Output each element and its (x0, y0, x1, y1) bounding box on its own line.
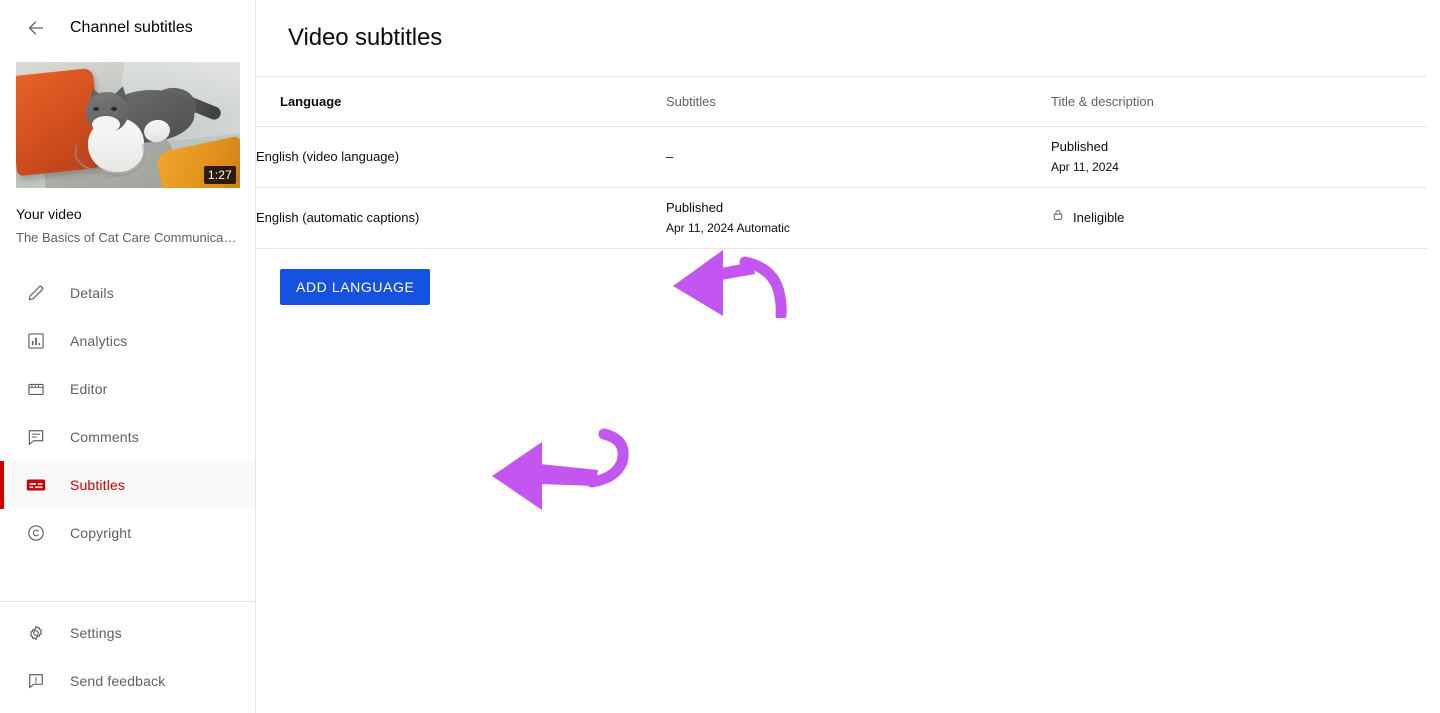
table-body: English (video language) – Published Apr… (256, 126, 1427, 248)
ineligible-label: Ineligible (1073, 208, 1124, 228)
sidebar-item-details[interactable]: Details (0, 269, 255, 317)
status-badge-ineligible: Ineligible (1051, 208, 1124, 228)
video-thumbnail[interactable]: 1:27 (16, 62, 240, 188)
add-language-button[interactable]: ADD LANGUAGE (280, 269, 430, 305)
sidebar-header-title: Channel subtitles (70, 19, 193, 37)
sidebar-item-label: Details (70, 285, 114, 301)
table-header-row: Language Subtitles Title & description (256, 77, 1427, 126)
pencil-icon (24, 281, 48, 305)
gear-icon (24, 621, 48, 645)
table-row[interactable]: English (automatic captions) Published A… (256, 187, 1427, 248)
column-header-subtitles: Subtitles (666, 77, 1051, 126)
sidebar-item-settings[interactable]: Settings (0, 609, 255, 657)
subtitles-status: – (666, 147, 1051, 167)
cell-title-description: Ineligible (1051, 187, 1427, 248)
bar-chart-icon (24, 329, 48, 353)
video-duration-badge: 1:27 (204, 166, 236, 184)
sidebar-item-label: Subtitles (70, 477, 125, 493)
subtitles-status: Published (666, 198, 1051, 218)
clapperboard-icon (24, 377, 48, 401)
back-arrow-icon[interactable] (24, 16, 48, 40)
comment-icon (24, 425, 48, 449)
sidebar-item-label: Send feedback (70, 673, 165, 689)
column-header-language: Language (256, 77, 666, 126)
sidebar-item-subtitles[interactable]: Subtitles (0, 461, 255, 509)
subtitles-table: Language Subtitles Title & description E… (256, 77, 1427, 249)
cell-subtitles: – (666, 126, 1051, 187)
sidebar-item-label: Comments (70, 429, 139, 445)
arrow-to-subtitles-nav-item (486, 424, 646, 521)
column-header-title-description: Title & description (1051, 77, 1427, 126)
video-title: The Basics of Cat Care Communicat… (16, 229, 239, 247)
actions-bar: ADD LANGUAGE (256, 249, 1440, 305)
sidebar-item-copyright[interactable]: Copyright (0, 509, 255, 557)
main-content: Video subtitles Language Subtitles Title… (256, 0, 1440, 713)
sidebar-item-comments[interactable]: Comments (0, 413, 255, 461)
sidebar-bottom-nav: Settings Send feedback (0, 609, 255, 705)
sidebar-item-label: Copyright (70, 525, 131, 541)
sidebar-item-label: Analytics (70, 333, 127, 349)
sidebar-header: Channel subtitles (0, 0, 255, 56)
feedback-icon (24, 669, 48, 693)
sidebar-nav: Details Analytics (0, 269, 255, 557)
sidebar-divider (0, 601, 255, 602)
sidebar-item-send-feedback[interactable]: Send feedback (0, 657, 255, 705)
video-label: Your video (16, 204, 239, 224)
page-title: Video subtitles (288, 24, 442, 52)
video-meta: Your video The Basics of Cat Care Commun… (16, 188, 239, 247)
cell-subtitles: Published Apr 11, 2024 Automatic (666, 187, 1051, 248)
copyright-icon (24, 521, 48, 545)
table-header: Language Subtitles Title & description (256, 77, 1427, 126)
title-status: Published (1051, 137, 1427, 157)
lock-icon (1051, 208, 1065, 228)
sidebar-item-label: Settings (70, 625, 122, 641)
cell-title-description: Published Apr 11, 2024 (1051, 126, 1427, 187)
sidebar-item-label: Editor (70, 381, 107, 397)
video-card: 1:27 Your video The Basics of Cat Care C… (0, 56, 255, 247)
cell-language: English (video language) (256, 126, 666, 187)
sidebar: Channel subtitles (0, 0, 256, 713)
main-header: Video subtitles (256, 0, 1427, 77)
sidebar-item-analytics[interactable]: Analytics (0, 317, 255, 365)
title-date: Apr 11, 2024 (1051, 157, 1427, 177)
table-row[interactable]: English (video language) – Published Apr… (256, 126, 1427, 187)
subtitles-icon (24, 473, 48, 497)
subtitles-date: Apr 11, 2024 Automatic (666, 218, 1051, 238)
youtube-studio-subtitles-page: Channel subtitles (0, 0, 1440, 713)
cell-language: English (automatic captions) (256, 187, 666, 248)
sidebar-item-editor[interactable]: Editor (0, 365, 255, 413)
